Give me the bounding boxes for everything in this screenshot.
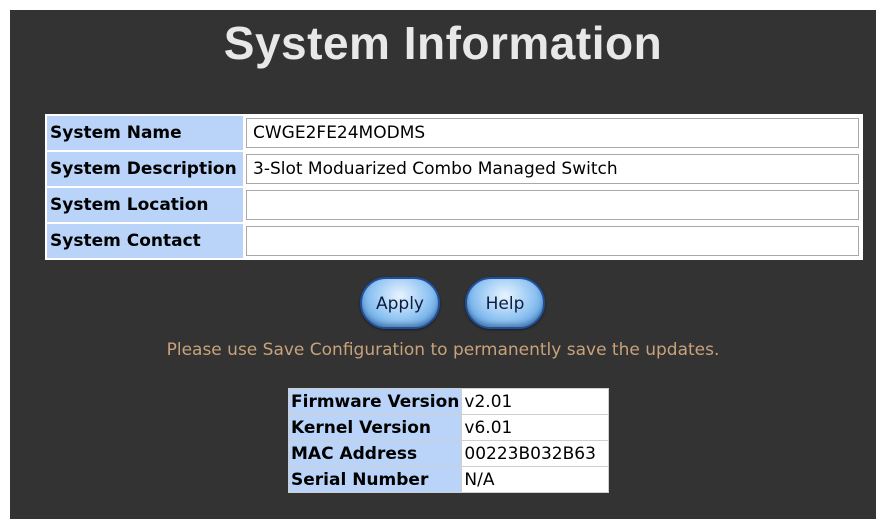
form-row-system-name: System Name CWGE2FE24MODMS — [47, 116, 861, 150]
firmware-version-value: v2.01 — [461, 388, 610, 415]
form-row-system-contact: System Contact — [47, 224, 861, 258]
info-row-firmware-version: Firmware Version v2.01 — [287, 388, 610, 415]
help-button[interactable]: Help — [465, 277, 545, 329]
system-name-input[interactable]: CWGE2FE24MODMS — [246, 118, 859, 148]
system-info-form: System Name CWGE2FE24MODMS System Descri… — [45, 114, 863, 260]
page-title: System Information — [223, 17, 663, 69]
system-description-label: System Description — [47, 152, 243, 186]
apply-button[interactable]: Apply — [360, 277, 440, 329]
main-panel: System Information System Name CWGE2FE24… — [10, 10, 876, 519]
system-description-input[interactable]: 3-Slot Moduarized Combo Managed Switch — [246, 154, 859, 184]
system-contact-input[interactable] — [246, 226, 859, 256]
info-row-kernel-version: Kernel Version v6.01 — [287, 414, 610, 441]
system-location-input[interactable] — [246, 190, 859, 220]
form-row-system-description: System Description 3-Slot Moduarized Com… — [47, 152, 861, 186]
mac-address-label: MAC Address — [287, 440, 463, 467]
version-info-table: Firmware Version v2.01 Kernel Version v6… — [287, 388, 610, 493]
mac-address-value: 00223B032B63 — [461, 440, 610, 467]
kernel-version-label: Kernel Version — [287, 414, 463, 441]
serial-number-value: N/A — [461, 466, 610, 493]
system-name-label: System Name — [47, 116, 243, 150]
form-row-system-location: System Location — [47, 188, 861, 222]
kernel-version-value: v6.01 — [461, 414, 610, 441]
save-configuration-note: Please use Save Configuration to permane… — [166, 340, 720, 360]
system-location-label: System Location — [47, 188, 243, 222]
system-contact-label: System Contact — [47, 224, 243, 258]
firmware-version-label: Firmware Version — [287, 388, 463, 415]
info-row-serial-number: Serial Number N/A — [287, 466, 610, 493]
info-row-mac-address: MAC Address 00223B032B63 — [287, 440, 610, 467]
serial-number-label: Serial Number — [287, 466, 463, 493]
